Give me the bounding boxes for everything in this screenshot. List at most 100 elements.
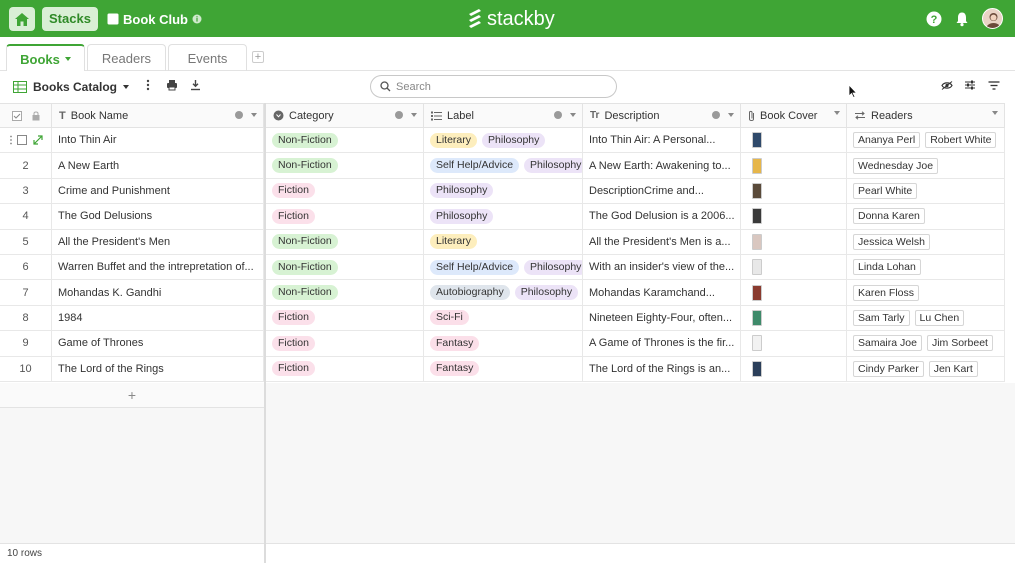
cell-book-cover[interactable] <box>741 356 847 382</box>
table-row[interactable]: Into Thin Air Non-Fiction Literary Philosop… <box>0 128 1005 154</box>
row-number-cell[interactable] <box>0 128 52 154</box>
cell-readers[interactable]: Karen Floss <box>847 280 1005 306</box>
filter-icon[interactable] <box>988 81 1000 90</box>
cell-book-name[interactable]: Warren Buffet and the intrepretation of.… <box>52 255 264 281</box>
cell-category[interactable]: Fiction <box>266 305 424 332</box>
cell-book-name[interactable]: Into Thin Air <box>52 128 264 154</box>
download-icon[interactable] <box>190 79 201 91</box>
cell-readers[interactable]: Donna Karen <box>847 204 1005 230</box>
cell-book-cover[interactable] <box>741 128 847 154</box>
cell-label[interactable]: Philosophy <box>424 178 583 205</box>
chevron-down-icon[interactable] <box>992 111 998 115</box>
add-row-button[interactable]: + <box>0 383 264 408</box>
cell-label[interactable]: Fantasy <box>424 331 583 357</box>
reader-chip[interactable]: Pearl White <box>853 182 918 199</box>
base-title[interactable]: Book Club <box>107 11 202 27</box>
reader-chip[interactable]: Lu Chen <box>914 309 965 326</box>
cell-readers[interactable]: Cindy Parker Jen Kart <box>847 356 1005 382</box>
row-number-cell[interactable]: 4 <box>0 204 52 230</box>
reader-chip[interactable]: Cindy Parker <box>853 360 924 377</box>
cell-category[interactable]: Non-Fiction <box>266 229 424 255</box>
sliders-icon[interactable] <box>964 79 976 91</box>
cell-description[interactable]: Mohandas Karamchand... <box>583 280 741 306</box>
cell-book-name[interactable]: Game of Thrones <box>52 331 264 357</box>
reader-chip[interactable]: Linda Lohan <box>853 259 921 276</box>
cell-book-name[interactable]: All the President's Men <box>52 229 264 255</box>
table-row[interactable]: 5 All the President's Men Non-Fiction Liter… <box>0 229 1005 255</box>
row-number-cell[interactable]: 10 <box>0 356 52 382</box>
row-number-cell[interactable]: 2 <box>0 153 52 179</box>
table-row[interactable]: 7 Mohandas K. Gandhi Non-Fiction Autobiogra… <box>0 280 1005 306</box>
cell-book-name[interactable]: Mohandas K. Gandhi <box>52 280 264 306</box>
cell-category[interactable]: Fiction <box>266 356 424 382</box>
cell-readers[interactable]: Wednesday Joe <box>847 153 1005 179</box>
cell-description[interactable]: With an insider's view of the... <box>583 255 741 281</box>
reader-chip[interactable]: Jen Kart <box>928 360 978 377</box>
search-input[interactable] <box>396 80 596 93</box>
row-number-cell[interactable]: 9 <box>0 331 52 357</box>
cell-book-cover[interactable] <box>741 178 847 205</box>
book-cover-thumbnail[interactable] <box>752 309 762 326</box>
cell-readers[interactable]: Samaira Joe Jim Sorbeet <box>847 331 1005 357</box>
book-cover-thumbnail[interactable] <box>752 335 762 352</box>
cell-category[interactable]: Fiction <box>266 178 424 205</box>
book-cover-thumbnail[interactable] <box>752 157 762 174</box>
reader-chip[interactable]: Jim Sorbeet <box>926 335 993 352</box>
reader-chip[interactable]: Samaira Joe <box>853 335 922 352</box>
cell-readers[interactable]: Jessica Welsh <box>847 229 1005 255</box>
print-icon[interactable] <box>166 79 178 91</box>
cell-label[interactable]: Literary Philosophy <box>424 128 583 154</box>
cell-book-name[interactable]: Crime and Punishment <box>52 178 264 205</box>
book-cover-thumbnail[interactable] <box>752 132 762 149</box>
book-cover-thumbnail[interactable] <box>752 208 762 225</box>
cell-category[interactable]: Non-Fiction <box>266 280 424 306</box>
cell-book-name[interactable]: The God Delusions <box>52 204 264 230</box>
cell-book-name[interactable]: 1984 <box>52 305 264 332</box>
stacks-button[interactable]: Stacks <box>42 7 98 31</box>
cell-category[interactable]: Non-Fiction <box>266 153 424 179</box>
reader-chip[interactable]: Sam Tarly <box>853 309 910 326</box>
cell-category[interactable]: Non-Fiction <box>266 128 424 154</box>
cell-label[interactable]: Self Help/Advice Philosophy <box>424 255 583 281</box>
cell-readers[interactable]: Linda Lohan <box>847 255 1005 281</box>
row-number-cell[interactable]: 3 <box>0 178 52 205</box>
hide-fields-icon[interactable] <box>941 81 953 90</box>
reader-chip[interactable]: Jessica Welsh <box>853 233 930 250</box>
reader-chip[interactable]: Donna Karen <box>853 208 925 225</box>
cell-book-cover[interactable] <box>741 255 847 281</box>
reader-chip[interactable]: Wednesday Joe <box>853 157 939 174</box>
table-row[interactable]: 4 The God Delusions Fiction Philosophy The G… <box>0 204 1005 230</box>
chevron-down-icon[interactable] <box>834 111 840 115</box>
info-icon[interactable] <box>554 111 562 119</box>
row-number-cell[interactable]: 8 <box>0 305 52 332</box>
cell-book-cover[interactable] <box>741 153 847 179</box>
cell-book-name[interactable]: The Lord of the Rings <box>52 356 264 382</box>
home-button[interactable] <box>9 7 35 31</box>
column-header-book-name[interactable]: T Book Name <box>52 103 264 128</box>
drag-handle-icon[interactable] <box>9 135 13 145</box>
cell-label[interactable]: Sci-Fi <box>424 305 583 332</box>
column-header-category[interactable]: Category <box>266 103 424 128</box>
tab-books[interactable]: Books <box>6 44 85 72</box>
info-icon[interactable] <box>192 14 202 24</box>
cell-book-name[interactable]: A New Earth <box>52 153 264 179</box>
cell-readers[interactable]: Sam Tarly Lu Chen <box>847 305 1005 332</box>
cell-label[interactable]: Philosophy <box>424 204 583 230</box>
chevron-down-icon[interactable] <box>251 113 257 117</box>
cell-label[interactable]: Fantasy <box>424 356 583 382</box>
table-row[interactable]: 6 Warren Buffet and the intrepretation of… <box>0 255 1005 281</box>
cell-book-cover[interactable] <box>741 204 847 230</box>
column-header-label[interactable]: Label <box>424 103 583 128</box>
info-icon[interactable] <box>712 111 720 119</box>
help-icon[interactable]: ? <box>926 11 942 27</box>
book-cover-thumbnail[interactable] <box>752 360 762 377</box>
add-table-button[interactable]: + <box>252 51 264 63</box>
chevron-down-icon[interactable] <box>570 113 576 117</box>
chevron-down-icon[interactable] <box>411 113 417 117</box>
book-cover-thumbnail[interactable] <box>752 233 762 250</box>
notification-bell-icon[interactable] <box>954 11 970 27</box>
info-icon[interactable] <box>395 111 403 119</box>
table-row[interactable]: 2 A New Earth Non-Fiction Self Help/Advice P… <box>0 153 1005 179</box>
expand-row-icon[interactable] <box>32 135 43 145</box>
cell-description[interactable]: The God Delusion is a 2006... <box>583 204 741 230</box>
